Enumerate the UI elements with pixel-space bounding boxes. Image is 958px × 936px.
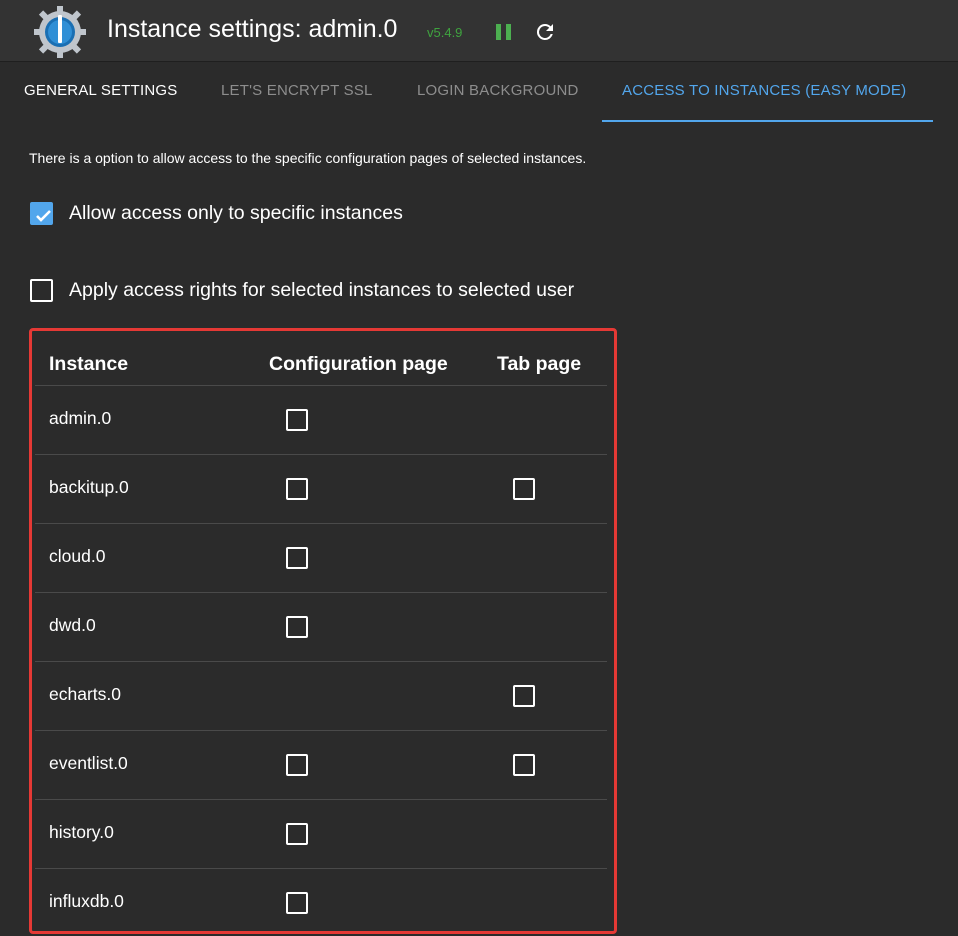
configuration-page-checkbox[interactable] <box>286 478 308 500</box>
table-row: eventlist.0 <box>35 730 607 800</box>
iobroker-logo-icon <box>34 6 86 58</box>
configuration-page-checkbox[interactable] <box>286 409 308 431</box>
refresh-icon[interactable] <box>533 20 557 44</box>
tab-access-to-instances[interactable]: Access to instances (easy mode) <box>622 62 906 122</box>
instance-name: influxdb.0 <box>49 891 124 911</box>
configuration-page-checkbox[interactable] <box>286 754 308 776</box>
column-header-configuration-page: Configuration page <box>269 353 448 375</box>
configuration-page-checkbox[interactable] <box>286 892 308 914</box>
settings-tabs: General Settings Let's Encrypt SSL Login… <box>0 62 958 122</box>
column-header-tab-page: Tab page <box>497 353 582 375</box>
instances-table: Instance Configuration page Tab page adm… <box>29 328 617 934</box>
table-row: echarts.0 <box>35 661 607 731</box>
unchecked-checkbox-icon <box>30 278 53 302</box>
instance-name: dwd.0 <box>49 615 96 635</box>
apply-access-rights-checkbox[interactable]: Apply access rights for selected instanc… <box>30 276 574 304</box>
instance-name: echarts.0 <box>49 684 121 704</box>
tab-lets-encrypt-ssl[interactable]: Let's Encrypt SSL <box>221 62 373 122</box>
allow-specific-instances-label: Allow access only to specific instances <box>69 201 403 224</box>
version-label: v5.4.9 <box>427 25 463 40</box>
table-row: admin.0 <box>35 385 607 455</box>
active-tab-indicator <box>602 120 933 122</box>
instance-name: eventlist.0 <box>49 753 128 773</box>
tab-page-checkbox[interactable] <box>513 754 535 776</box>
configuration-page-checkbox[interactable] <box>286 823 308 845</box>
allow-specific-instances-checkbox[interactable]: Allow access only to specific instances <box>30 199 403 227</box>
table-row: dwd.0 <box>35 592 607 662</box>
tab-login-background[interactable]: Login Background <box>417 62 579 122</box>
app-header: Instance settings: admin.0 v5.4.9 <box>0 0 958 62</box>
intro-text: There is a option to allow access to the… <box>29 150 587 166</box>
apply-access-rights-label: Apply access rights for selected instanc… <box>69 278 575 301</box>
tab-page-checkbox[interactable] <box>513 478 535 500</box>
page-title: Instance settings: admin.0 <box>107 15 398 43</box>
instance-name: cloud.0 <box>49 546 106 566</box>
checked-checkbox-icon <box>30 201 53 225</box>
table-row: history.0 <box>35 799 607 869</box>
table-row: cloud.0 <box>35 523 607 593</box>
tab-general-settings[interactable]: General Settings <box>24 62 178 122</box>
column-header-instance: Instance <box>49 353 129 375</box>
table-row: backitup.0 <box>35 454 607 524</box>
instance-name: history.0 <box>49 822 114 842</box>
pause-icon[interactable] <box>493 22 515 42</box>
instance-name: admin.0 <box>49 408 112 428</box>
configuration-page-checkbox[interactable] <box>286 616 308 638</box>
table-row: influxdb.0 <box>35 868 607 931</box>
tab-page-checkbox[interactable] <box>513 685 535 707</box>
configuration-page-checkbox[interactable] <box>286 547 308 569</box>
instance-name: backitup.0 <box>49 477 129 497</box>
